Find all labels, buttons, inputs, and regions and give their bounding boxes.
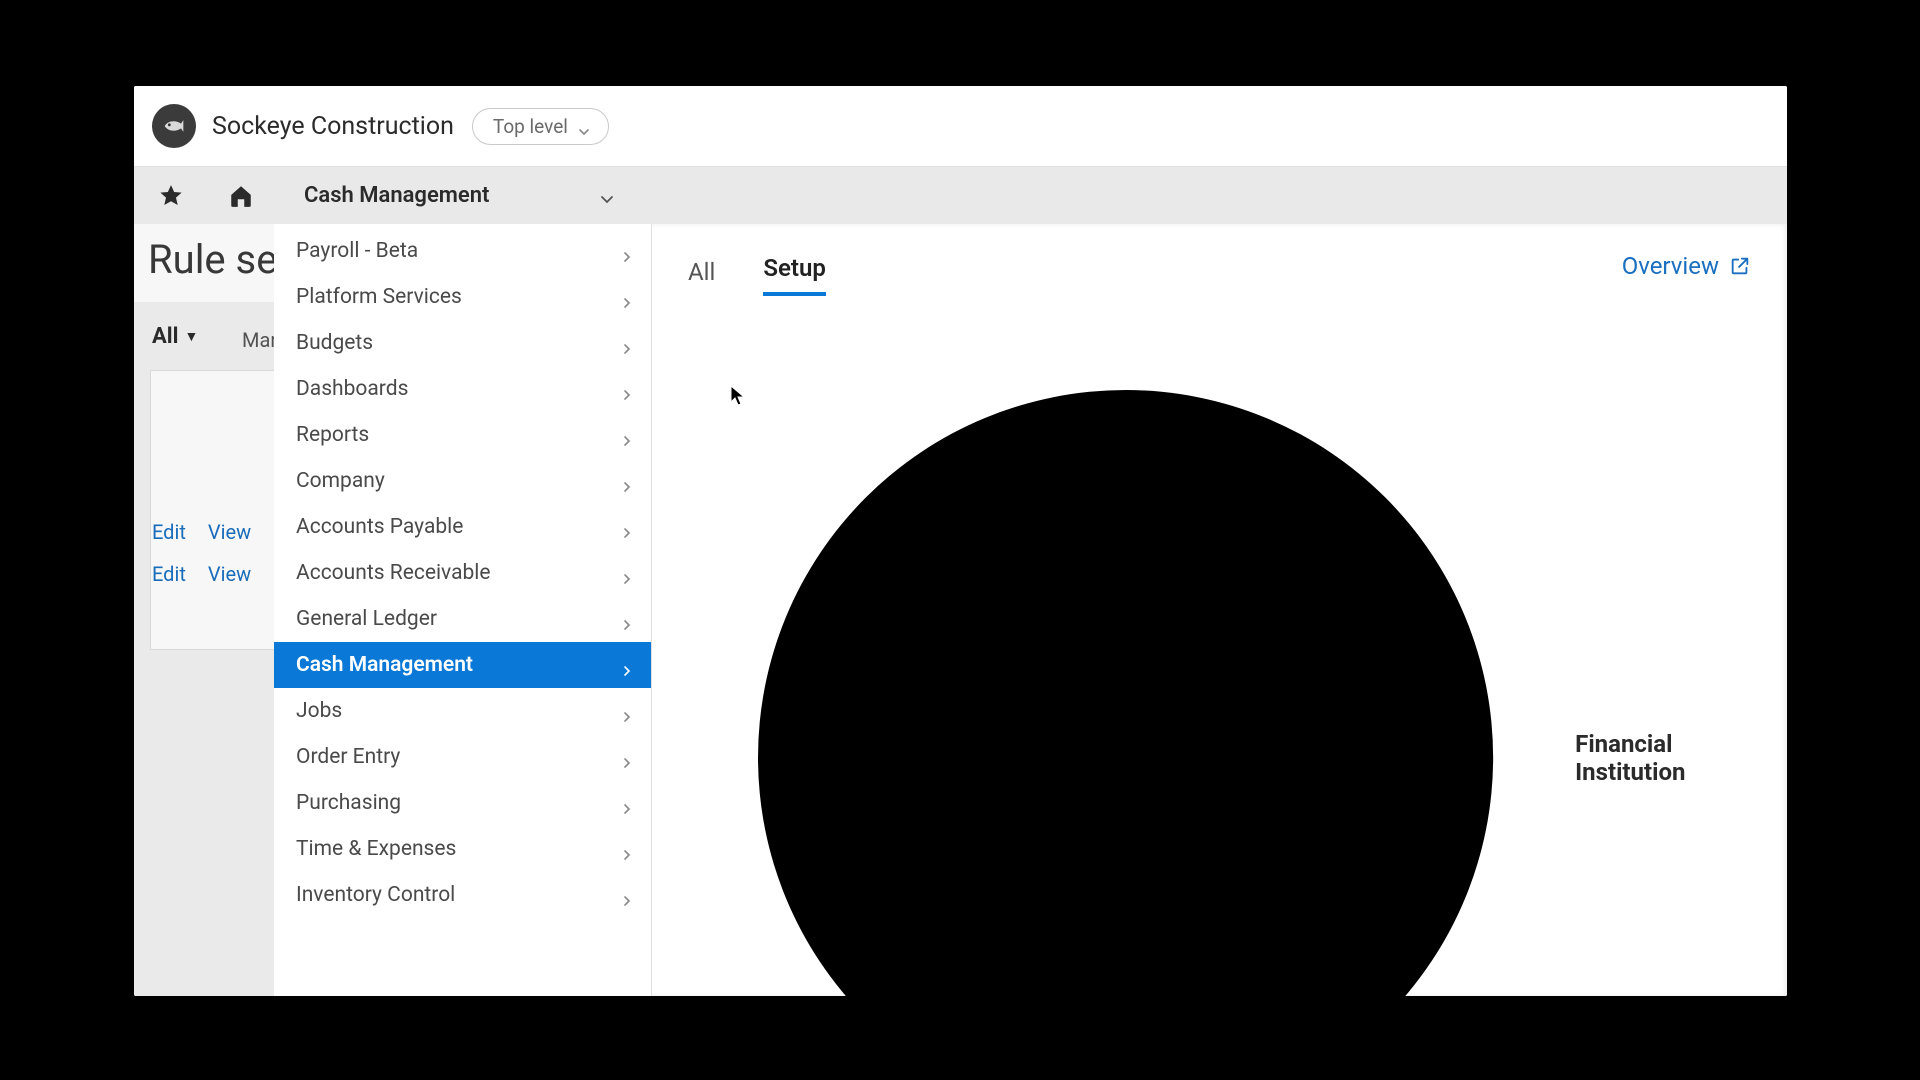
module-item-accounts-payable[interactable]: Accounts Payable [274,504,651,550]
table-row: Edit View [152,512,251,552]
module-item-label: Payroll - Beta [296,239,418,263]
table-row: Edit View [152,554,251,594]
module-dropdown[interactable]: Cash Management [304,183,615,208]
module-item-label: Purchasing [296,791,401,815]
chevron-down-icon [578,120,590,132]
module-item-label: Budgets [296,331,373,355]
external-link-icon [1729,255,1751,277]
mega-menu: Payroll - Beta Platform Services Budgets Da… [274,224,1787,996]
module-item-label: Accounts Payable [296,515,463,539]
module-item-accounts-receivable[interactable]: Accounts Receivable [274,550,651,596]
view-link[interactable]: View [208,562,251,586]
chevron-right-icon [621,889,633,901]
module-item-label: Time & Expenses [296,837,456,861]
page-body: Rule set All ▼ Man Edit View Edit View P… [134,224,1787,996]
module-item-label: Dashboards [296,377,408,401]
chevron-right-icon [621,705,633,717]
favorites-star-icon[interactable] [158,183,184,209]
module-item-label: Cash Management [296,653,473,677]
entity-level-dropdown[interactable]: Top level [472,108,609,145]
module-item-platform-services[interactable]: Platform Services [274,274,651,320]
chevron-right-icon [621,659,633,671]
chevron-right-icon [621,797,633,809]
view-filter-label: All [152,324,178,349]
chevron-right-icon [621,337,633,349]
edit-link[interactable]: Edit [152,520,186,544]
module-item-purchasing[interactable]: Purchasing [274,780,651,826]
company-logo[interactable] [152,104,196,148]
module-item-time-expenses[interactable]: Time & Expenses [274,826,651,872]
tab-setup[interactable]: Setup [763,254,826,296]
view-link[interactable]: View [208,520,251,544]
home-icon[interactable] [228,183,254,209]
module-item-label: Company [296,469,385,493]
mega-tabs: All Setup [688,252,1751,296]
caret-down-icon: ▼ [184,328,198,345]
overview-label: Overview [1622,252,1719,280]
edit-link[interactable]: Edit [152,562,186,586]
chevron-right-icon [621,613,633,625]
entity-level-label: Top level [493,115,568,138]
add-icon[interactable] [688,320,1563,996]
app-window: Sockeye Construction Top level Cash Mana… [134,86,1787,996]
module-item-budgets[interactable]: Budgets [274,320,651,366]
module-item-label: Order Entry [296,745,400,769]
chevron-down-icon [599,188,615,204]
module-item-label: Reports [296,423,369,447]
chevron-right-icon [621,843,633,855]
view-filter-dropdown[interactable]: All ▼ [152,324,198,349]
module-item-payroll-beta[interactable]: Payroll - Beta [274,228,651,274]
section-label: Financial Institution [1575,730,1751,786]
chevron-right-icon [621,567,633,579]
chevron-right-icon [621,751,633,763]
chevron-right-icon [621,245,633,257]
module-item-inventory-control[interactable]: Inventory Control [274,872,651,918]
chevron-right-icon [621,521,633,533]
module-item-label: Accounts Receivable [296,561,491,585]
fish-icon [160,112,188,140]
chevron-right-icon [621,383,633,395]
chevron-right-icon [621,475,633,487]
top-header: Sockeye Construction Top level [134,86,1787,166]
mega-menu-content: All Setup Overview Financial Institution… [652,224,1787,996]
module-item-general-ledger[interactable]: General Ledger [274,596,651,642]
page-title: Rule set [148,236,291,283]
secondary-nav: Cash Management [134,166,1787,224]
mega-menu-modules: Payroll - Beta Platform Services Budgets Da… [274,224,652,996]
chevron-right-icon [621,291,633,303]
module-item-label: Inventory Control [296,883,455,907]
tab-all[interactable]: All [688,258,715,296]
module-item-dashboards[interactable]: Dashboards [274,366,651,412]
module-label: Cash Management [304,183,489,208]
module-item-cash-management[interactable]: Cash Management [274,642,651,688]
overview-link[interactable]: Overview [1622,252,1751,280]
module-item-company[interactable]: Company [274,458,651,504]
company-name: Sockeye Construction [212,112,454,141]
module-item-order-entry[interactable]: Order Entry [274,734,651,780]
module-item-label: General Ledger [296,607,437,631]
chevron-right-icon [621,429,633,441]
section-financial-institution[interactable]: Financial Institution [688,320,1751,996]
module-item-label: Jobs [296,699,342,723]
module-item-reports[interactable]: Reports [274,412,651,458]
module-item-label: Platform Services [296,285,462,309]
module-item-jobs[interactable]: Jobs [274,688,651,734]
